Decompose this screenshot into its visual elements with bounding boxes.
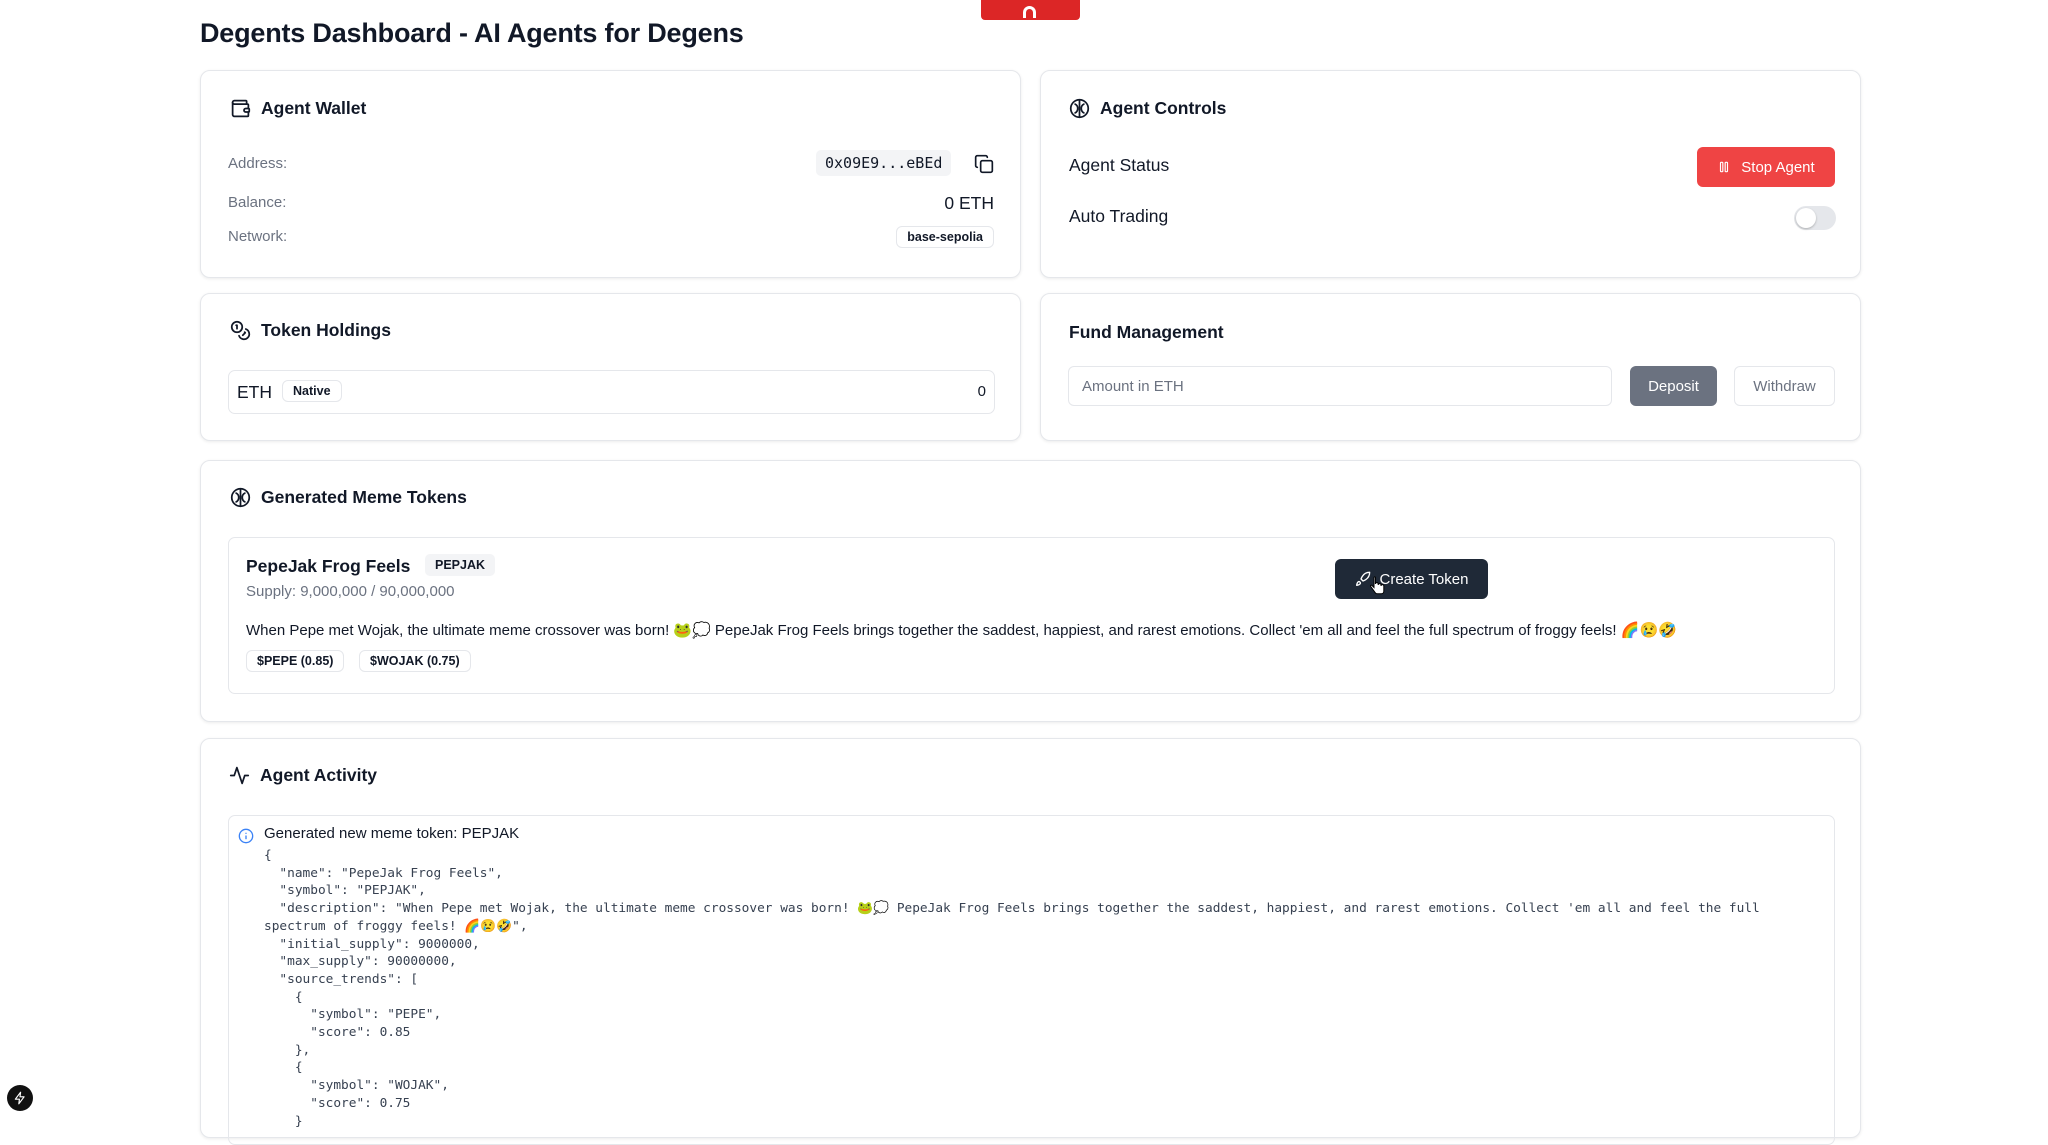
address-label: Address: bbox=[228, 155, 288, 172]
deposit-button[interactable]: Deposit bbox=[1630, 366, 1717, 406]
auto-trading-label: Auto Trading bbox=[1069, 206, 1169, 226]
stop-agent-label: Stop Agent bbox=[1741, 158, 1815, 176]
toggle-knob bbox=[1796, 208, 1816, 228]
fund-management-card: Fund Management Amount in ETH Deposit Wi… bbox=[1040, 293, 1861, 441]
copy-icon bbox=[974, 154, 994, 174]
brain-icon bbox=[1069, 98, 1090, 119]
holding-row-eth: ETH Native 0 bbox=[228, 370, 995, 414]
token-holdings-title: Token Holdings bbox=[261, 320, 391, 340]
holding-badge: Native bbox=[282, 380, 342, 402]
network-badge: base-sepolia bbox=[896, 226, 994, 248]
coins-icon bbox=[230, 320, 251, 341]
agent-status-label: Agent Status bbox=[1069, 155, 1170, 175]
wallet-address: 0x09E9...eBEd bbox=[816, 150, 952, 176]
stop-agent-button[interactable]: Stop Agent bbox=[1697, 147, 1835, 187]
token-supply: Supply: 9,000,000 / 90,000,000 bbox=[246, 583, 455, 600]
activity-icon bbox=[229, 766, 250, 785]
activity-entry-details: { "name": "PepeJak Frog Feels", "symbol"… bbox=[264, 848, 1760, 1129]
create-token-button[interactable]: Create Token bbox=[1335, 559, 1488, 599]
trend-badge-pepe: $PEPE (0.85) bbox=[246, 650, 345, 672]
info-icon bbox=[238, 828, 254, 844]
create-token-label: Create Token bbox=[1379, 570, 1469, 588]
arc-icon bbox=[1023, 6, 1036, 18]
activity-entry-message: Generated new meme token: PEPJAK bbox=[264, 825, 520, 842]
agent-controls-title: Agent Controls bbox=[1100, 98, 1227, 118]
wallet-icon bbox=[231, 99, 251, 118]
activity-log[interactable]: Generated new meme token: PEPJAK { "name… bbox=[228, 815, 1835, 1145]
dev-tools-button[interactable] bbox=[7, 1085, 33, 1111]
withdraw-label: Withdraw bbox=[1753, 377, 1816, 395]
meme-tokens-card: Generated Meme Tokens PepeJak Frog Feels… bbox=[200, 460, 1861, 722]
agent-activity-card: Agent Activity Generated new meme token:… bbox=[200, 738, 1861, 1145]
brain-icon bbox=[230, 487, 251, 508]
token-symbol-badge: PEPJAK bbox=[425, 554, 496, 576]
meme-token-item: PepeJak Frog Feels PEPJAK Supply: 9,000,… bbox=[228, 537, 1835, 694]
token-holdings-heading: Token Holdings bbox=[230, 320, 391, 341]
agent-wallet-title: Agent Wallet bbox=[261, 98, 367, 118]
agent-wallet-card: Agent Wallet Address: 0x09E9...eBEd Bala… bbox=[200, 70, 1021, 278]
token-name: PepeJak Frog Feels bbox=[246, 556, 411, 576]
token-description: When Pepe met Wojak, the ultimate meme c… bbox=[246, 622, 1677, 639]
deposit-label: Deposit bbox=[1648, 377, 1699, 395]
top-tab-indicator[interactable] bbox=[981, 0, 1080, 20]
agent-wallet-heading: Agent Wallet bbox=[230, 98, 366, 119]
holding-symbol: ETH bbox=[237, 382, 272, 402]
trend-badge-wojak: $WOJAK (0.75) bbox=[359, 650, 471, 672]
agent-activity-title: Agent Activity bbox=[260, 765, 378, 785]
wallet-balance: 0 ETH bbox=[944, 193, 994, 213]
withdraw-button[interactable]: Withdraw bbox=[1734, 366, 1835, 406]
agent-controls-heading: Agent Controls bbox=[1069, 98, 1226, 119]
amount-input[interactable]: Amount in ETH bbox=[1068, 366, 1612, 406]
holding-amount: 0 bbox=[977, 383, 986, 400]
fund-management-title: Fund Management bbox=[1069, 322, 1224, 342]
network-label: Network: bbox=[228, 228, 288, 245]
page-title: Degents Dashboard - AI Agents for Degens bbox=[200, 18, 744, 48]
copy-address-button[interactable] bbox=[974, 154, 994, 174]
amount-placeholder: Amount in ETH bbox=[1082, 377, 1184, 395]
auto-trading-toggle[interactable] bbox=[1794, 206, 1836, 230]
pointer-cursor-icon bbox=[1370, 576, 1385, 595]
balance-label: Balance: bbox=[228, 194, 287, 211]
meme-tokens-title: Generated Meme Tokens bbox=[261, 487, 467, 507]
token-holdings-card: Token Holdings ETH Native 0 bbox=[200, 293, 1021, 441]
meme-tokens-heading: Generated Meme Tokens bbox=[230, 487, 467, 508]
agent-activity-heading: Agent Activity bbox=[229, 765, 377, 786]
agent-controls-card: Agent Controls Agent Status Stop Agent A… bbox=[1040, 70, 1861, 278]
lightning-icon bbox=[14, 1091, 25, 1105]
pause-icon bbox=[1720, 161, 1729, 173]
